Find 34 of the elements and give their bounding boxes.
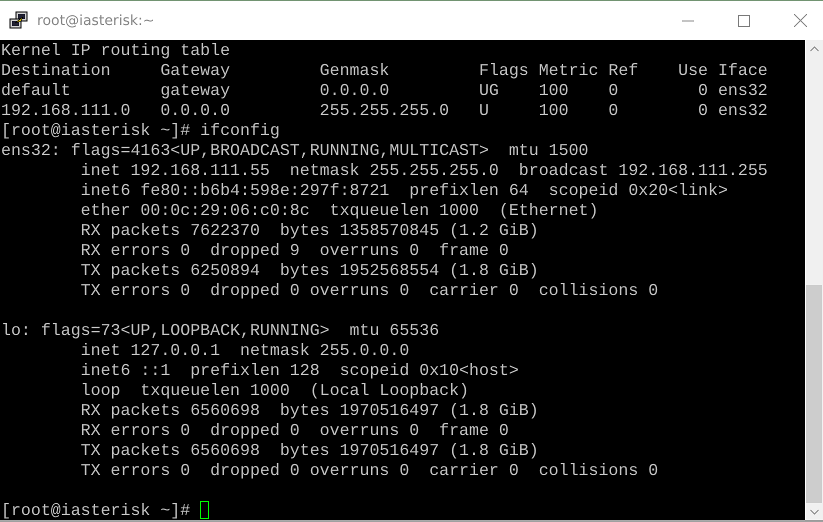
terminal-line: ens32: flags=4163<UP,BROADCAST,RUNNING,MULTICAST> mtu 1500 [1,140,589,160]
terminal-line: loop txqueuelen 1000 (Local Loopback) [80,380,470,400]
terminal-line: Destination Gateway Genmask Flags Metric Ref Use Iface [1,60,768,80]
terminal-line: default gateway 0.0.0.0 UG 100 0 0 ens32 [1,80,768,100]
shell-command: ifconfig [200,120,280,140]
terminal-line: inet6 fe80::b6b4:598e:297f:8721 prefixlen 64 scopeid 0x20<link> [80,180,728,200]
scrollbar[interactable] [805,40,823,520]
scroll-up-icon[interactable] [810,46,818,52]
terminal-line: RX errors 0 dropped 0 overruns 0 frame 0 [80,420,509,440]
terminal-line: TX errors 0 dropped 0 overruns 0 carrier 0 collisions 0 [80,280,658,300]
terminal-screen[interactable] [0,40,805,520]
terminal-line: lo: flags=73<UP,LOOPBACK,RUNNING> mtu 65536 [1,320,440,340]
scrollbar-thumb[interactable] [806,285,822,503]
terminal-line: inet6 ::1 prefixlen 128 scopeid 0x10<host> [80,360,519,380]
text-cursor [200,501,210,519]
terminal-app-icon [9,10,29,30]
scroll-down-icon[interactable] [810,508,818,514]
shell-prompt: [root@iasterisk ~]# [1,500,190,520]
maximize-icon [738,14,750,26]
terminal-line: TX packets 6560698 bytes 1970516497 (1.8 GiB) [80,440,539,460]
minimize-icon [682,20,694,22]
terminal-line: inet 192.168.111.55 netmask 255.255.255.0 broadcast 192.168.111.255 [80,160,768,180]
close-icon [794,14,806,27]
terminal-line: TX errors 0 dropped 0 overruns 0 carrier 0 collisions 0 [80,460,658,480]
terminal-line: RX errors 0 dropped 9 overruns 0 frame 0 [80,240,509,260]
terminal-line: Kernel IP routing table [1,40,230,60]
terminal-line: RX packets 6560698 bytes 1970516497 (1.8 GiB) [80,400,539,420]
terminal-line: RX packets 7622370 bytes 1358570845 (1.2 GiB) [80,220,539,240]
terminal-line: TX packets 6250894 bytes 1952568554 (1.8 GiB) [80,260,539,280]
window-title: root@iasterisk:~ [37,12,156,28]
terminal-line: 192.168.111.0 0.0.0.0 255.255.255.0 U 100 0 0 ens32 [1,100,768,120]
shell-prompt: [root@iasterisk ~]# [1,120,190,140]
terminal-line: inet 127.0.0.1 netmask 255.0.0.0 [80,340,410,360]
terminal-line: ether 00:0c:29:06:c0:8c txqueuelen 1000 (Ethernet) [80,200,598,220]
